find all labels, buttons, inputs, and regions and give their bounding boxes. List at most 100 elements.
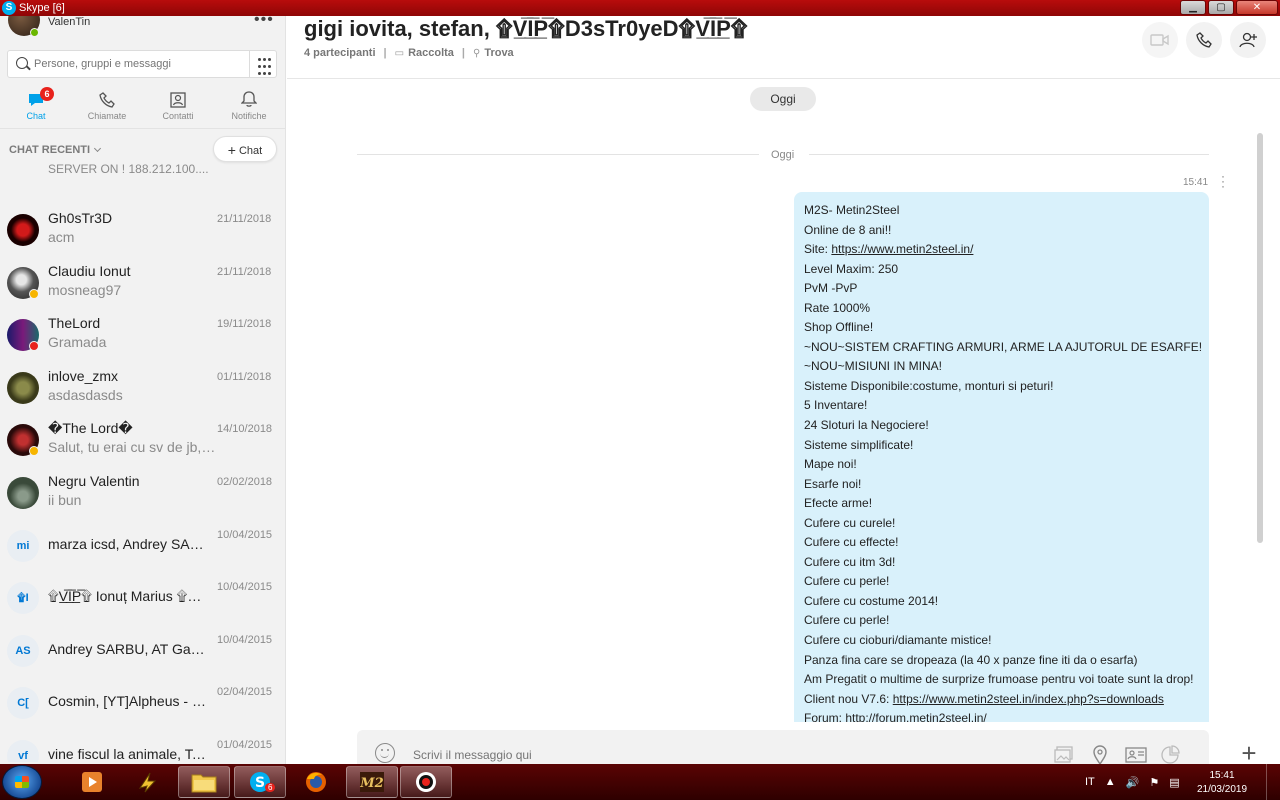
chat-row[interactable]: Gh0sTr3D acm 21/11/2018 xyxy=(0,208,285,260)
taskbar-app[interactable]: M2 xyxy=(346,766,398,798)
conversation-pane: gigi iovita, stefan, ۩V̲̅I̲̅P̲̅۩D3sTr0ye… xyxy=(287,16,1280,770)
participants-link[interactable]: 4 partecipanti xyxy=(304,47,376,59)
recorder-icon xyxy=(416,772,436,792)
chat-name: Gh0sTr3D xyxy=(48,210,113,226)
chat-date: 21/11/2018 xyxy=(217,266,272,278)
search-box[interactable] xyxy=(7,50,277,78)
volume-icon[interactable]: 🔊 xyxy=(1126,776,1140,789)
message-line: M2S- Metin2Steel xyxy=(804,203,900,217)
tab-chat[interactable]: 6 Chat xyxy=(0,86,72,128)
chat-row[interactable]: Claudiu Ionut mosneag97 21/11/2018 xyxy=(0,261,285,313)
taskbar-app[interactable] xyxy=(400,766,452,798)
taskbar-app[interactable] xyxy=(122,766,174,798)
chat-row[interactable]: AS Andrey SARBU, AT GabyRO 10/04/2015 xyxy=(0,629,285,681)
phone-icon xyxy=(71,86,143,108)
svg-text:M2: M2 xyxy=(359,776,383,791)
chat-row[interactable]: TheLord Gramada 19/11/2018 xyxy=(0,313,285,365)
group-avatar: AS xyxy=(7,635,39,667)
maximize-button[interactable]: ▢ xyxy=(1208,0,1234,15)
message-line: Cufere cu effecte! xyxy=(804,535,899,550)
svg-text:S: S xyxy=(255,775,265,791)
taskbar-app[interactable] xyxy=(178,766,230,798)
message-timestamp: 15:41 xyxy=(1183,177,1209,188)
taskbar-app[interactable] xyxy=(66,766,118,798)
chat-row[interactable]: Negru Valentin ii bun 02/02/2018 xyxy=(0,471,285,523)
message-line: Cufere cu perle! xyxy=(804,613,890,628)
action-center-icon[interactable]: ⚑ xyxy=(1149,776,1159,789)
close-button[interactable]: ✕ xyxy=(1236,0,1278,15)
chat-row[interactable]: ۩I ۩V̲̅I̲̅P̲̅۩ Ionuț Marius ۩V̲̅I̲̅P̲̅..… xyxy=(0,576,285,628)
status-away-indicator xyxy=(29,289,39,299)
recent-chats-header[interactable]: CHAT RECENTI xyxy=(9,144,102,156)
group-avatar: mi xyxy=(7,530,39,562)
start-button[interactable] xyxy=(2,765,42,799)
chat-date: 14/10/2018 xyxy=(217,423,273,435)
chat-row[interactable]: �The Lord� Salut, tu erai cu sv de jb, p… xyxy=(0,418,285,470)
show-desktop-button[interactable] xyxy=(1266,764,1280,800)
date-separator-line xyxy=(357,154,759,155)
tab-notifications-label: Notifiche xyxy=(231,111,267,121)
conversation-title[interactable]: gigi iovita, stefan, ۩V̲̅I̲̅P̲̅۩D3sTr0ye… xyxy=(304,16,747,42)
profile-name[interactable]: ValenTin xyxy=(48,16,90,28)
chat-row[interactable]: C[ Cosmin, [YT]Alpheus - Fr... 02/04/201… xyxy=(0,681,285,733)
language-indicator[interactable]: IT xyxy=(1085,776,1095,788)
taskbar-app[interactable]: S 6 xyxy=(234,766,286,798)
group-avatar: vf xyxy=(7,740,39,762)
client-download-link[interactable]: https://www.metin2steel.in/index.php?s=d… xyxy=(893,692,1164,706)
conversation-meta: 4 partecipanti | ▭ Raccolta | ⚲ Trova xyxy=(304,47,514,59)
message-line: Sisteme simplificate! xyxy=(804,437,914,452)
add-people-button[interactable] xyxy=(1230,22,1266,58)
tab-calls[interactable]: Chiamate xyxy=(71,86,143,128)
chat-name: TheLord xyxy=(48,315,101,331)
contact-card-icon[interactable] xyxy=(1125,744,1147,766)
chat-date: 01/11/2018 xyxy=(217,371,272,383)
gallery-link[interactable]: Raccolta xyxy=(408,47,454,59)
tab-contacts[interactable]: Contatti xyxy=(142,86,214,128)
skype-taskbar-badge: 6 xyxy=(265,783,276,792)
find-link[interactable]: Trova xyxy=(484,47,513,59)
profile-header[interactable]: ValenTin ••• xyxy=(0,16,285,40)
minimize-button[interactable]: ▁ xyxy=(1180,0,1206,15)
network-icon[interactable]: ▤ xyxy=(1169,776,1179,789)
tab-notifications[interactable]: Notifiche xyxy=(213,86,285,128)
audio-call-button[interactable] xyxy=(1186,22,1222,58)
message-input[interactable] xyxy=(413,745,973,765)
chat-last-message: Gramada xyxy=(48,334,107,350)
system-tray: IT ▲ 🔊 ⚑ ▤ xyxy=(1085,764,1180,800)
site-link[interactable]: https://www.metin2steel.in/ xyxy=(831,242,973,256)
taskbar-app[interactable] xyxy=(290,766,342,798)
scrollbar[interactable] xyxy=(1257,133,1263,543)
chat-row[interactable]: mi marza icsd, Andrey SARB... 10/04/2015 xyxy=(0,524,285,576)
image-attach-icon[interactable] xyxy=(1053,744,1075,766)
location-icon[interactable] xyxy=(1089,744,1111,766)
chat-name: inlove_zmx xyxy=(48,368,119,384)
bell-icon xyxy=(213,86,285,108)
new-chat-button[interactable]: + Chat xyxy=(213,136,277,162)
message-line: Efecte arme! xyxy=(804,496,873,511)
winamp-icon xyxy=(138,772,157,793)
chat-row[interactable]: vf vine fiscul la animale, Tof... 01/04/… xyxy=(0,734,285,762)
chat-row[interactable]: inlove_zmx asdasdasds 01/11/2018 xyxy=(0,366,285,418)
chat-preview-truncated[interactable]: SERVER ON ! 188.212.100.... xyxy=(48,162,209,176)
message-more-icon[interactable]: · · · xyxy=(1221,170,1225,192)
emoji-icon[interactable] xyxy=(375,743,395,763)
avatar xyxy=(7,477,39,509)
message-line: Am Pregatit o multime de surprize frumoa… xyxy=(804,672,1194,687)
new-chat-label: Chat xyxy=(238,145,263,157)
more-options-icon[interactable]: ••• xyxy=(254,16,274,29)
video-call-button[interactable] xyxy=(1142,22,1178,58)
chat-last-message: Salut, tu erai cu sv de jb, pa... xyxy=(48,439,216,455)
chat-name: marza icsd, Andrey SARB... xyxy=(48,536,208,552)
search-input[interactable] xyxy=(34,55,244,73)
chat-last-message: mosneag97 xyxy=(48,282,122,298)
presence-online-indicator xyxy=(30,28,39,37)
message-line: Level Maxim: 250 xyxy=(804,261,899,276)
message-bubble[interactable]: M2S- Metin2Steel Online de 8 ani!! Site:… xyxy=(794,192,1209,722)
show-hidden-icons[interactable]: ▲ xyxy=(1105,776,1116,788)
system-clock[interactable]: 15:41 21/03/2019 xyxy=(1196,769,1248,797)
message-line: Client nou V7.6: https://www.metin2steel… xyxy=(804,691,1164,706)
dialpad-icon[interactable] xyxy=(249,51,277,77)
status-busy-indicator xyxy=(29,341,39,351)
search-icon xyxy=(16,57,28,69)
poll-icon[interactable] xyxy=(1159,744,1181,766)
